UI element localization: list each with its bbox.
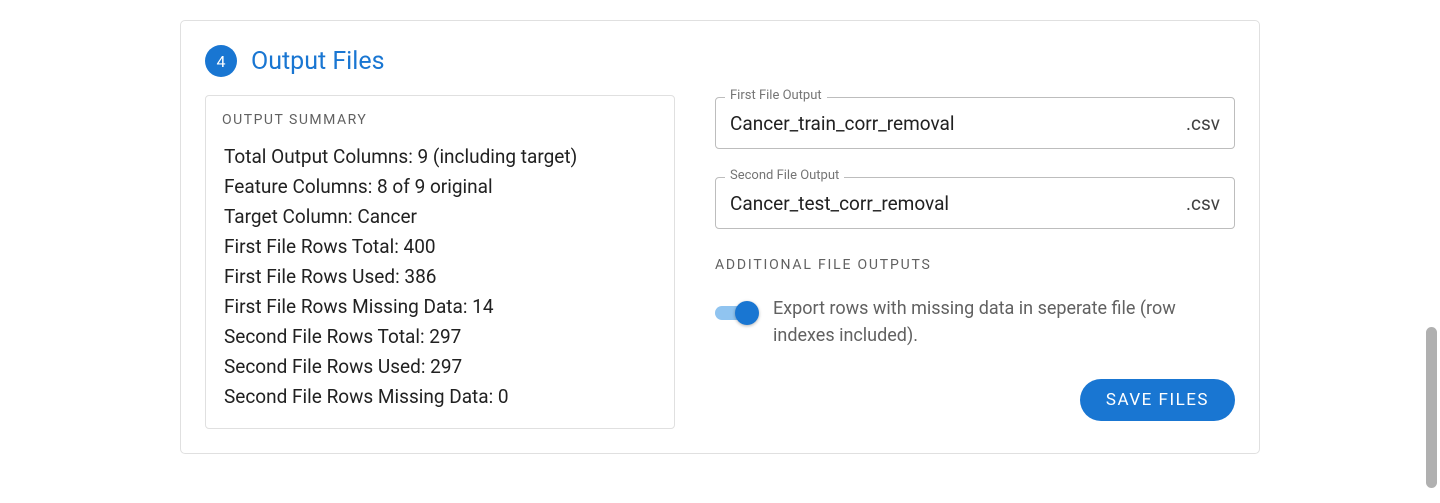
summary-lines: Total Output Columns: 9 (including targe…	[222, 142, 658, 412]
summary-line: Target Column: Cancer	[224, 202, 658, 232]
second-file-suffix: .csv	[1186, 192, 1220, 215]
output-files-card: 4 Output Files Output Summary Total Outp…	[180, 20, 1260, 454]
outputs-column: First File Output .csv Second File Outpu…	[715, 95, 1235, 429]
step-number-badge: 4	[205, 45, 237, 77]
summary-line: First File Rows Used: 386	[224, 262, 658, 292]
summary-line: Second File Rows Used: 297	[224, 352, 658, 382]
save-files-button[interactable]: SAVE FILES	[1080, 379, 1235, 421]
scrollbar-thumb[interactable]	[1426, 327, 1437, 488]
summary-line: Feature Columns: 8 of 9 original	[224, 172, 658, 202]
first-file-output-field: First File Output .csv	[715, 97, 1235, 149]
output-summary-box: Output Summary Total Output Columns: 9 (…	[205, 95, 675, 429]
export-missing-toggle-row: Export rows with missing data in seperat…	[715, 295, 1235, 349]
summary-line: Second File Rows Missing Data: 0	[224, 382, 658, 412]
field-border: .csv	[715, 177, 1235, 229]
content-row: Output Summary Total Output Columns: 9 (…	[205, 95, 1235, 429]
summary-column: Output Summary Total Output Columns: 9 (…	[205, 95, 675, 429]
export-missing-switch[interactable]	[715, 301, 759, 325]
export-missing-label: Export rows with missing data in seperat…	[773, 295, 1235, 349]
summary-heading: Output Summary	[222, 112, 658, 128]
additional-outputs-heading: Additional File Outputs	[715, 257, 1235, 273]
first-file-label: First File Output	[725, 88, 827, 103]
button-row: SAVE FILES	[715, 379, 1235, 421]
summary-line: First File Rows Total: 400	[224, 232, 658, 262]
second-file-input[interactable]	[730, 178, 1178, 228]
card-title: Output Files	[251, 47, 385, 76]
summary-line: Second File Rows Total: 297	[224, 322, 658, 352]
card-header: 4 Output Files	[205, 45, 1235, 77]
second-file-label: Second File Output	[725, 168, 844, 183]
field-border: .csv	[715, 97, 1235, 149]
summary-line: Total Output Columns: 9 (including targe…	[224, 142, 658, 172]
switch-thumb	[735, 301, 759, 325]
summary-line: First File Rows Missing Data: 14	[224, 292, 658, 322]
second-file-output-field: Second File Output .csv	[715, 177, 1235, 229]
first-file-suffix: .csv	[1186, 112, 1220, 135]
first-file-input[interactable]	[730, 98, 1178, 148]
scrollbar-track[interactable]	[1422, 0, 1440, 503]
